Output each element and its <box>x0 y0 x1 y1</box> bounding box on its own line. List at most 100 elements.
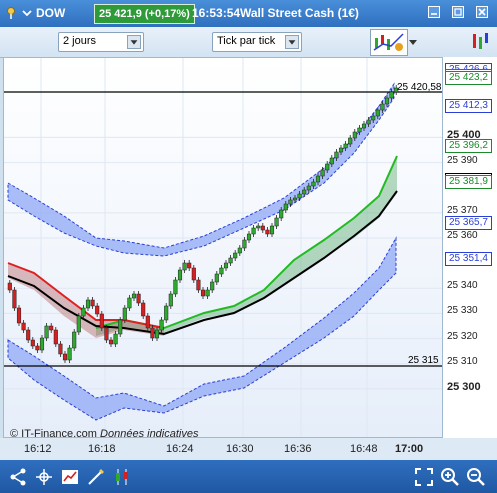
candle-body <box>113 333 118 345</box>
candlestick <box>141 300 146 319</box>
candle-body <box>67 347 72 361</box>
candle-body <box>177 269 183 281</box>
chart-style-icon[interactable] <box>370 29 408 56</box>
candle-body <box>214 273 219 283</box>
restore-icon[interactable] <box>452 6 464 18</box>
candle-body <box>58 343 63 355</box>
chart-canvas <box>4 58 442 437</box>
chevron-down-icon[interactable] <box>407 29 419 54</box>
lower-line-label: 25 315 <box>408 355 439 366</box>
minimize-icon[interactable] <box>428 6 440 18</box>
y-tick-label: 25 330 <box>447 305 478 317</box>
candle-body <box>72 331 77 349</box>
candle-body <box>122 307 127 321</box>
candle-body <box>49 325 54 331</box>
candle-body <box>302 189 307 195</box>
candle-body <box>352 131 357 139</box>
candle-body <box>283 203 288 211</box>
close-icon[interactable] <box>476 6 488 18</box>
candle-body <box>200 289 206 297</box>
x-tick-label: 16:24 <box>166 443 194 455</box>
chart-toolbar: 2 jours Tick par tick <box>0 27 497 58</box>
candle-body <box>12 289 17 309</box>
candle-body <box>108 339 114 345</box>
pin-icon[interactable] <box>4 6 18 20</box>
bottom-toolbar <box>0 460 497 493</box>
price-marker: 25 423,2 <box>445 71 492 86</box>
candle-body <box>44 325 49 339</box>
candlestick-icon[interactable] <box>112 467 132 487</box>
time-axis[interactable]: 16:12 16:18 16:24 16:30 16:36 16:48 17:00 <box>0 438 497 460</box>
zoom-out-icon[interactable] <box>466 467 486 487</box>
candle-body <box>384 97 390 105</box>
y-tick-label: 25 310 <box>447 355 478 367</box>
price-marker: 25 365,7 <box>445 215 492 230</box>
candle-body <box>95 305 100 315</box>
candlestick <box>118 317 123 337</box>
candlestick <box>72 329 77 351</box>
y-tick-label: 25 370 <box>447 204 478 216</box>
candle-body <box>7 282 12 291</box>
candle-body <box>21 322 26 331</box>
price-axis[interactable]: 25 400 25 390 25 370 25 360 25 340 25 330 25 3… <box>443 57 497 438</box>
period-select-value: 2 jours <box>63 35 97 47</box>
candle-body <box>315 175 321 183</box>
price-chart[interactable]: 25 420,58 25 315 © IT-Finance.com Donnée… <box>3 57 443 440</box>
x-tick-label: 16:18 <box>88 443 116 455</box>
candlestick <box>76 313 81 335</box>
fullscreen-icon[interactable] <box>414 467 434 487</box>
candle-body <box>219 267 224 275</box>
candle-body <box>311 181 316 187</box>
candle-body <box>348 137 353 145</box>
candle-body <box>246 233 252 241</box>
tick-mode-select-value: Tick par tick <box>217 35 276 47</box>
candle-body <box>223 262 229 269</box>
candle-body <box>380 103 385 111</box>
candle-body <box>16 307 22 324</box>
indicator-icon[interactable] <box>60 467 80 487</box>
candle-body <box>292 197 298 201</box>
candle-body <box>260 225 265 231</box>
candle-body <box>191 267 196 281</box>
candle-body <box>30 339 35 347</box>
period-select[interactable]: 2 jours <box>58 32 144 52</box>
candlestick <box>16 305 22 326</box>
candle-body <box>279 209 284 219</box>
indicator-icon[interactable] <box>470 30 492 54</box>
candle-body <box>251 227 256 235</box>
price-marker: 25 412,3 <box>445 98 492 113</box>
candle-body <box>76 315 81 333</box>
candle-body <box>320 169 325 177</box>
candle-body <box>375 109 380 117</box>
price-marker: 25 396,2 <box>445 138 492 153</box>
candle-body <box>85 299 91 309</box>
share-icon[interactable] <box>8 467 28 487</box>
candle-body <box>366 119 371 125</box>
candle-body <box>90 299 95 307</box>
chevron-down-icon[interactable] <box>22 8 32 18</box>
candle-body <box>173 279 178 295</box>
candle-body <box>334 151 339 159</box>
candle-body <box>343 143 348 149</box>
drawing-icon[interactable] <box>86 467 106 487</box>
candlestick <box>173 277 178 297</box>
tick-mode-select[interactable]: Tick par tick <box>212 32 302 52</box>
zoom-in-icon[interactable] <box>440 467 460 487</box>
candle-body <box>81 307 86 317</box>
candlestick <box>12 287 17 311</box>
candle-body <box>274 217 279 227</box>
candle-body <box>145 315 150 329</box>
symbol-label[interactable]: DOW <box>36 6 65 20</box>
candle-body <box>164 305 169 321</box>
price-marker: 25 351,4 <box>445 251 492 266</box>
candle-body <box>361 123 367 129</box>
candle-body <box>210 281 215 291</box>
candle-body <box>168 293 173 307</box>
candle-body <box>338 147 344 153</box>
chevron-down-icon <box>127 35 141 49</box>
candle-body <box>99 313 104 329</box>
candle-body <box>237 247 242 254</box>
candle-body <box>127 297 132 309</box>
crosshair-icon[interactable] <box>34 467 54 487</box>
y-tick-label: 25 320 <box>447 330 478 342</box>
